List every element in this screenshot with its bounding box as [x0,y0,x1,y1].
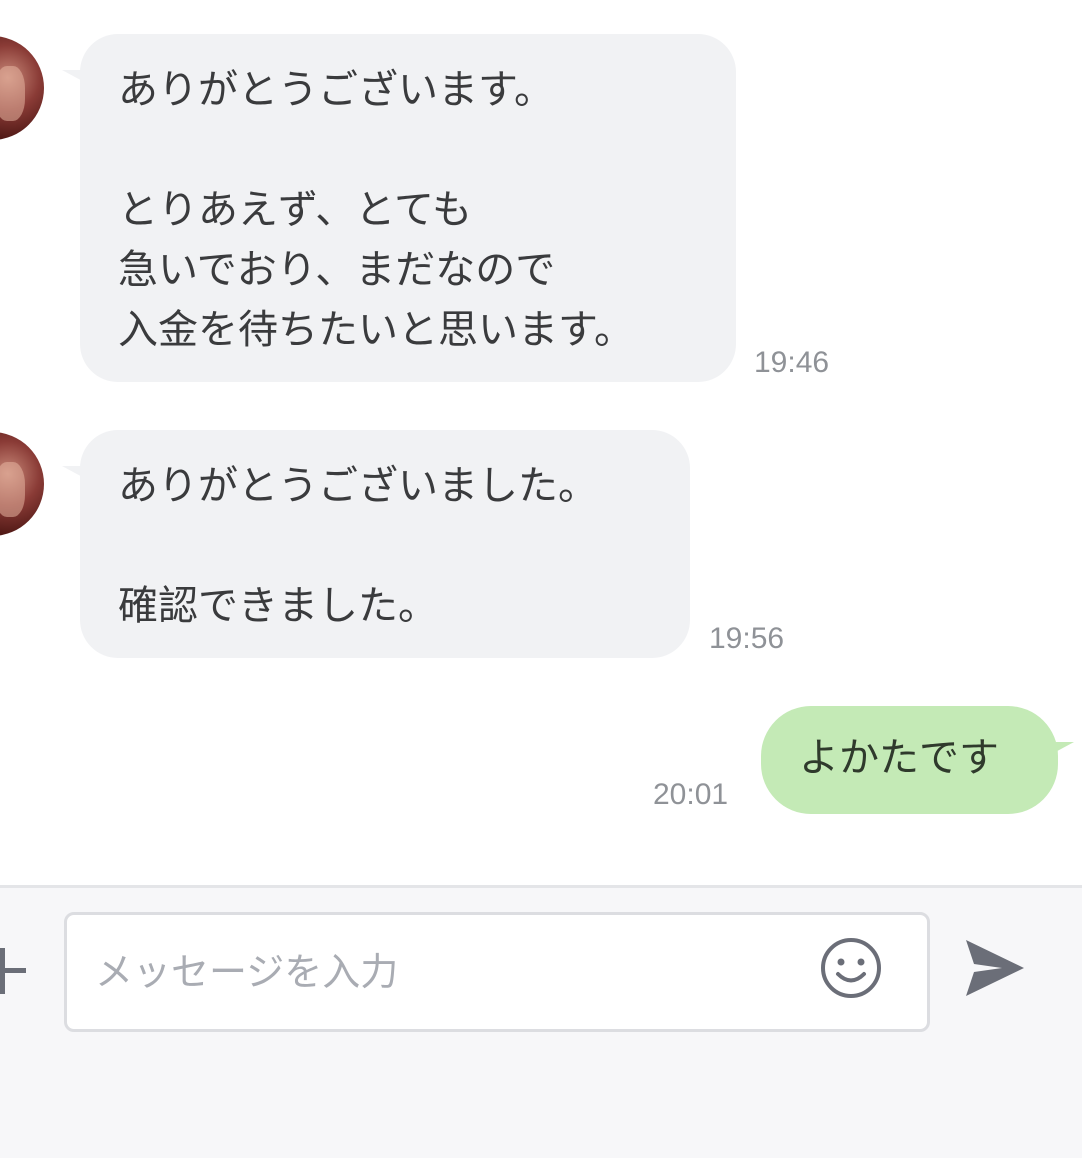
sender-avatar[interactable] [0,36,44,140]
message-timestamp: 19:56 [709,622,785,655]
outgoing-message-bubble[interactable]: よかたです [761,706,1058,814]
message-timestamp: 20:01 [653,778,729,811]
paper-plane-send-icon[interactable] [962,936,1026,1000]
message-timestamp: 19:46 [754,346,830,379]
bubble-tail [1048,742,1074,756]
chat-message-list[interactable]: ありがとうございます。 とりあえず、とても 急いでおり、まだなので 入金を待ちた… [0,0,1082,885]
incoming-message-bubble[interactable]: ありがとうございました。 確認できました。 [80,430,690,658]
message-input[interactable] [64,912,930,1032]
sender-avatar[interactable] [0,432,44,536]
smiley-face-icon[interactable] [818,935,884,1001]
incoming-message-bubble[interactable]: ありがとうございます。 とりあえず、とても 急いでおり、まだなので 入金を待ちた… [80,34,736,382]
plus-icon[interactable] [0,948,26,994]
